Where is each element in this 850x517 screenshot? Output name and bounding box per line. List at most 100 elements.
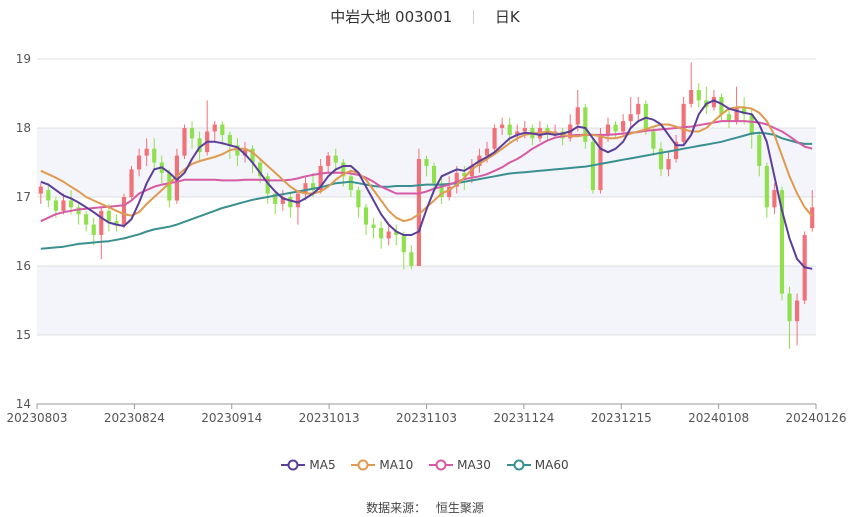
- source-provider: 恒生聚源: [435, 501, 484, 515]
- candle: [636, 96, 641, 122]
- candle-body: [507, 124, 512, 135]
- candle-body: [484, 148, 490, 156]
- plot-band: [37, 266, 816, 335]
- y-tick-label: 16: [16, 259, 31, 273]
- candle-body: [401, 234, 406, 253]
- candle-body: [666, 159, 671, 170]
- y-tick-label: 19: [16, 52, 31, 66]
- x-axis-ticks: 20230803 20230824 20230914 20231013 20231103…: [6, 404, 847, 425]
- candle-body: [772, 190, 777, 208]
- legend-label-ma5: MA5: [309, 458, 336, 472]
- candle: [394, 224, 399, 246]
- legend: MA5 MA10 MA30 MA60: [0, 458, 850, 474]
- candle-body: [295, 193, 301, 208]
- candle-body: [326, 155, 331, 166]
- candle-body: [61, 200, 66, 211]
- x-tick-label: 20231013: [299, 411, 360, 425]
- candle-body: [651, 131, 656, 149]
- candle-body: [227, 134, 232, 146]
- candle-body: [121, 197, 127, 225]
- candle-body: [99, 210, 104, 235]
- candle-body: [167, 172, 172, 201]
- candle-body: [68, 200, 74, 208]
- legend-item-ma30[interactable]: MA30: [429, 458, 491, 472]
- x-tick-label: 20230914: [201, 411, 262, 425]
- candle-body: [636, 103, 641, 115]
- candle-body: [424, 159, 429, 166]
- grid-lines: [37, 58, 816, 405]
- x-tick-label: 20230803: [6, 411, 67, 425]
- candle: [386, 224, 391, 246]
- candle-body: [348, 176, 353, 191]
- legend-item-ma60[interactable]: MA60: [506, 458, 569, 472]
- candle: [84, 210, 89, 232]
- candle: [295, 190, 301, 225]
- candle: [681, 96, 686, 146]
- candle-body: [605, 124, 611, 135]
- candle-body: [356, 190, 361, 208]
- candle-body: [431, 165, 437, 184]
- candle-body: [379, 228, 384, 239]
- source-label: 数据来源：: [366, 501, 427, 515]
- candle-body: [598, 134, 603, 191]
- candle-body: [363, 207, 369, 225]
- candle-body: [46, 190, 51, 201]
- legend-label-ma10: MA10: [379, 458, 414, 472]
- candle: [409, 245, 414, 270]
- candle-body: [53, 200, 58, 211]
- y-tick-label: 14: [16, 397, 31, 411]
- candle-body: [288, 197, 293, 208]
- candle-body: [492, 128, 497, 149]
- candle: [288, 193, 293, 218]
- legend-label-ma60: MA60: [534, 458, 569, 472]
- ma10-legend-icon: [351, 459, 376, 471]
- candle-body: [84, 214, 89, 225]
- candle: [114, 214, 119, 232]
- candle: [575, 90, 580, 132]
- candle-body: [106, 210, 111, 222]
- candle-body: [621, 121, 626, 132]
- candle-body: [575, 107, 580, 125]
- candle: [182, 124, 187, 160]
- candle-body: [333, 155, 338, 163]
- candle: [363, 203, 369, 235]
- candle: [265, 172, 270, 204]
- candle-body: [409, 252, 414, 266]
- y-axis-ticks: 14 15 16 17 18 19: [16, 52, 31, 411]
- candle: [734, 86, 739, 125]
- candle-body: [613, 124, 618, 132]
- candle: [764, 162, 769, 218]
- candle: [129, 165, 134, 201]
- candle-body: [787, 293, 792, 322]
- ma60-legend-icon: [506, 459, 531, 471]
- candle: [689, 62, 694, 108]
- candle: [401, 231, 406, 270]
- candle-body: [500, 124, 505, 128]
- candle-body: [137, 155, 142, 170]
- candle-body: [689, 90, 694, 104]
- legend-item-ma5[interactable]: MA5: [281, 458, 336, 472]
- candle-body: [795, 300, 800, 322]
- candle: [76, 203, 81, 225]
- candle-body: [764, 165, 769, 208]
- candle-body: [583, 107, 588, 142]
- candle-body: [91, 224, 96, 235]
- candle: [121, 193, 127, 229]
- data-source: 数据来源： 恒生聚源: [0, 499, 850, 516]
- candle-body: [628, 114, 633, 122]
- candle: [719, 93, 724, 122]
- candle: [568, 114, 573, 142]
- candle-body: [303, 183, 308, 194]
- y-tick-label: 15: [16, 328, 31, 342]
- candle: [696, 83, 701, 108]
- candle-body: [386, 231, 391, 239]
- candle-body: [212, 124, 217, 132]
- candle-body: [220, 124, 225, 135]
- candle: [91, 217, 96, 246]
- candle: [99, 207, 104, 260]
- candle: [598, 128, 603, 194]
- legend-item-ma10[interactable]: MA10: [351, 458, 413, 472]
- candle-body: [757, 134, 762, 166]
- candle: [492, 124, 497, 153]
- x-tick-label: 20230824: [104, 411, 165, 425]
